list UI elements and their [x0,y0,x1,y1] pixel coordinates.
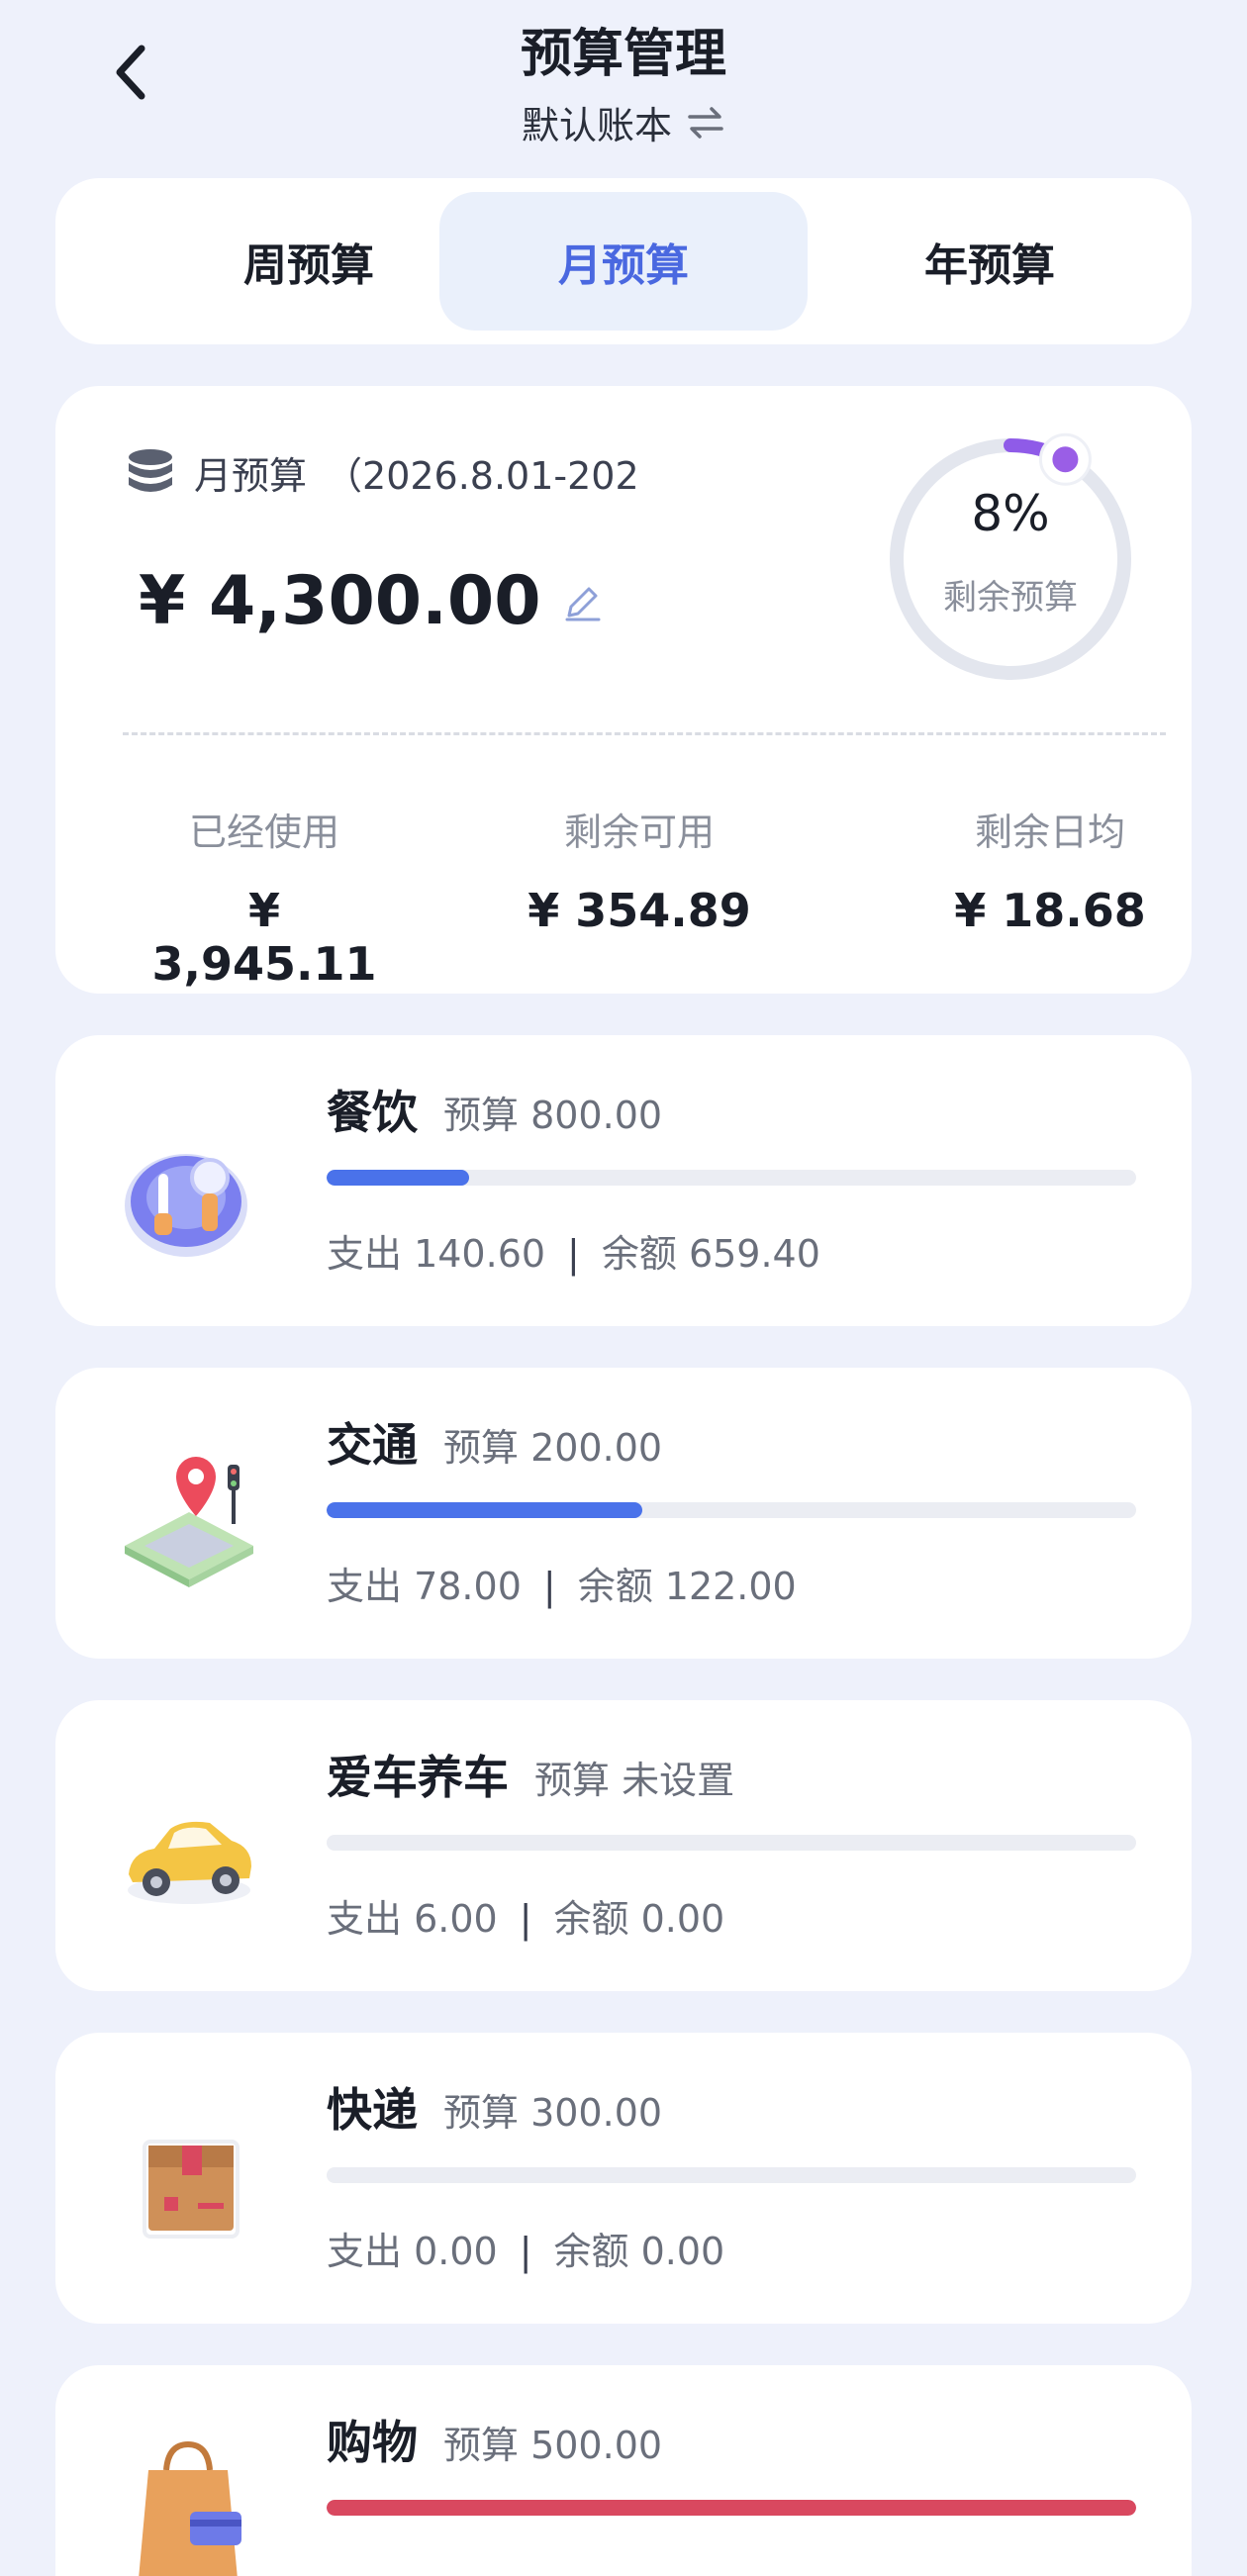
category-card-shopping[interactable]: 购物 预算 500.00 [55,2365,1192,2576]
category-detail: 支出 78.00 | 余额 122.00 [327,1556,797,1610]
app-header: 预算管理 默认账本 [0,0,1247,168]
separator: | [567,1232,580,1276]
stat-remaining-label: 剩余可用 [563,811,715,854]
budget-progress-track [327,2167,1136,2183]
separator: | [519,1897,532,1941]
balance-amount: 余额 0.00 [553,1897,725,1941]
category-budget: 预算 未设置 [534,1759,735,1802]
spend-amount: 支出 0.00 [327,2230,498,2273]
spend-amount: 支出 6.00 [327,1897,498,1941]
category-name: 爱车养车 预算 未设置 [327,1742,734,1807]
category-budget: 预算 500.00 [443,2424,663,2467]
shopping-bag-icon [139,2440,241,2576]
budget-period-tabs: 周预算 月预算 年预算 [55,178,1192,344]
stat-used: 已经使用 ¥ 3,945.11 [131,802,398,991]
category-name: 快递 预算 300.00 [327,2074,662,2140]
total-budget-value: ¥ 4,300.00 [139,562,541,640]
remaining-label: 剩余预算 [943,578,1078,618]
stat-daily-label: 剩余日均 [974,811,1125,854]
edit-pencil-icon[interactable] [561,580,605,623]
period-range: （2026.8.01-202 [325,454,639,498]
separator: | [519,2230,532,2273]
stat-remaining: 剩余可用 ¥ 354.89 [511,802,768,937]
budget-progress-fill [327,1502,643,1518]
spend-amount: 支出 78.00 [327,1565,522,1608]
ledger-switcher[interactable]: 默认账本 [0,95,1247,149]
category-name: 餐饮 预算 800.00 [327,1077,662,1142]
stat-remaining-value: ¥ 354.89 [528,884,751,937]
stat-daily-average: 剩余日均 ¥ 18.68 [926,802,1174,937]
database-icon [129,448,172,492]
spend-amount: 支出 140.60 [327,1232,546,1276]
category-title: 餐饮 [327,1086,418,1139]
category-card-car-care[interactable]: 爱车养车 预算 未设置 支出 6.00 | 余额 0.00 [55,1700,1192,1991]
category-card-express[interactable]: 快递 预算 300.00 支出 0.00 | 余额 0.00 [55,2033,1192,2324]
text-fade [649,445,847,495]
category-title: 购物 [327,2416,418,2469]
balance-amount: 余额 122.00 [577,1565,797,1608]
budget-progress-track [327,1502,1136,1518]
budget-progress-track [327,2500,1136,2516]
total-budget: ¥ 4,300.00 [139,562,605,640]
swap-arrows-icon [688,106,723,139]
map-pin-icon [125,1457,253,1587]
stat-used-value: ¥ 3,945.11 [151,884,377,991]
separator: | [542,1565,556,1608]
category-budget: 预算 800.00 [443,1094,663,1137]
category-name: 交通 预算 200.00 [327,1409,662,1475]
budget-summary-card: 月预算 （2026.8.01-202 ¥ 4,300.00 8% 剩余预算 已经… [55,386,1192,994]
divider [123,732,1166,735]
stat-daily-value: ¥ 18.68 [954,884,1146,937]
category-card-transport[interactable]: 交通 预算 200.00 支出 78.00 | 余额 122.00 [55,1368,1192,1659]
remaining-percent: 8% [971,485,1050,542]
balance-amount: 余额 0.00 [553,2230,725,2273]
stat-used-label: 已经使用 [188,811,339,854]
car-icon [128,1821,251,1904]
remaining-budget-ring [890,432,1131,680]
balance-amount: 余额 659.40 [601,1232,820,1276]
category-title: 爱车养车 [327,1751,509,1804]
category-detail: 支出 6.00 | 余额 0.00 [327,1888,724,1943]
ledger-name: 默认账本 [521,104,672,147]
category-title: 交通 [327,1418,418,1472]
period-type: 月预算 [194,454,308,498]
category-budget: 预算 200.00 [443,1426,663,1470]
category-detail: 支出 0.00 | 余额 0.00 [327,2221,724,2275]
package-icon [143,2140,240,2239]
dining-icon [125,1154,247,1257]
budget-progress-fill [327,1170,469,1186]
category-name: 购物 预算 500.00 [327,2407,662,2472]
category-budget: 预算 300.00 [443,2091,663,2135]
page-title: 预算管理 [520,25,726,84]
tab-yearly[interactable]: 年预算 [806,192,1174,331]
budget-progress-fill [327,2500,1136,2516]
category-detail: 支出 140.60 | 余额 659.40 [327,1223,820,1278]
budget-progress-track [327,1170,1136,1186]
tab-weekly[interactable]: 周预算 [125,192,493,331]
category-card-dining[interactable]: 餐饮 预算 800.00 支出 140.60 | 余额 659.40 [55,1035,1192,1326]
tab-monthly[interactable]: 月预算 [439,192,808,331]
category-title: 快递 [327,2083,418,2137]
budget-progress-track [327,1835,1136,1851]
